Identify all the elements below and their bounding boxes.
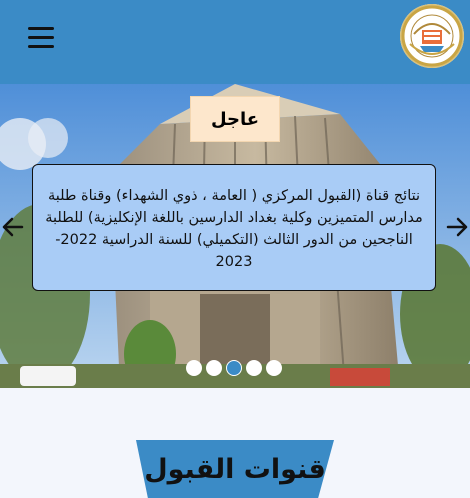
admission-channels-heading: قنوات القبول xyxy=(136,440,334,498)
news-ticker-card[interactable]: نتائج قناة (القبول المركزي ( العامة ، ذو… xyxy=(32,164,436,291)
section-title-text: قنوات القبول xyxy=(144,453,326,485)
arrow-right-icon[interactable] xyxy=(444,214,470,240)
carousel-dot-5[interactable] xyxy=(266,360,282,376)
carousel-dot-3[interactable] xyxy=(226,360,242,376)
ministry-seal-icon xyxy=(401,5,463,67)
news-ticker-text: نتائج قناة (القبول المركزي ( العامة ، ذو… xyxy=(45,188,423,270)
top-header xyxy=(0,0,470,84)
arrow-left-icon[interactable] xyxy=(0,214,26,240)
urgent-badge: عاجل xyxy=(190,96,280,142)
carousel-dots xyxy=(186,360,282,376)
hamburger-menu-icon[interactable] xyxy=(26,24,58,52)
hero-carousel: عاجل نتائج قناة (القبول المركزي ( العامة… xyxy=(0,84,470,388)
carousel-dot-1[interactable] xyxy=(186,360,202,376)
carousel-dot-4[interactable] xyxy=(246,360,262,376)
ministry-logo[interactable] xyxy=(400,4,464,68)
carousel-dot-2[interactable] xyxy=(206,360,222,376)
